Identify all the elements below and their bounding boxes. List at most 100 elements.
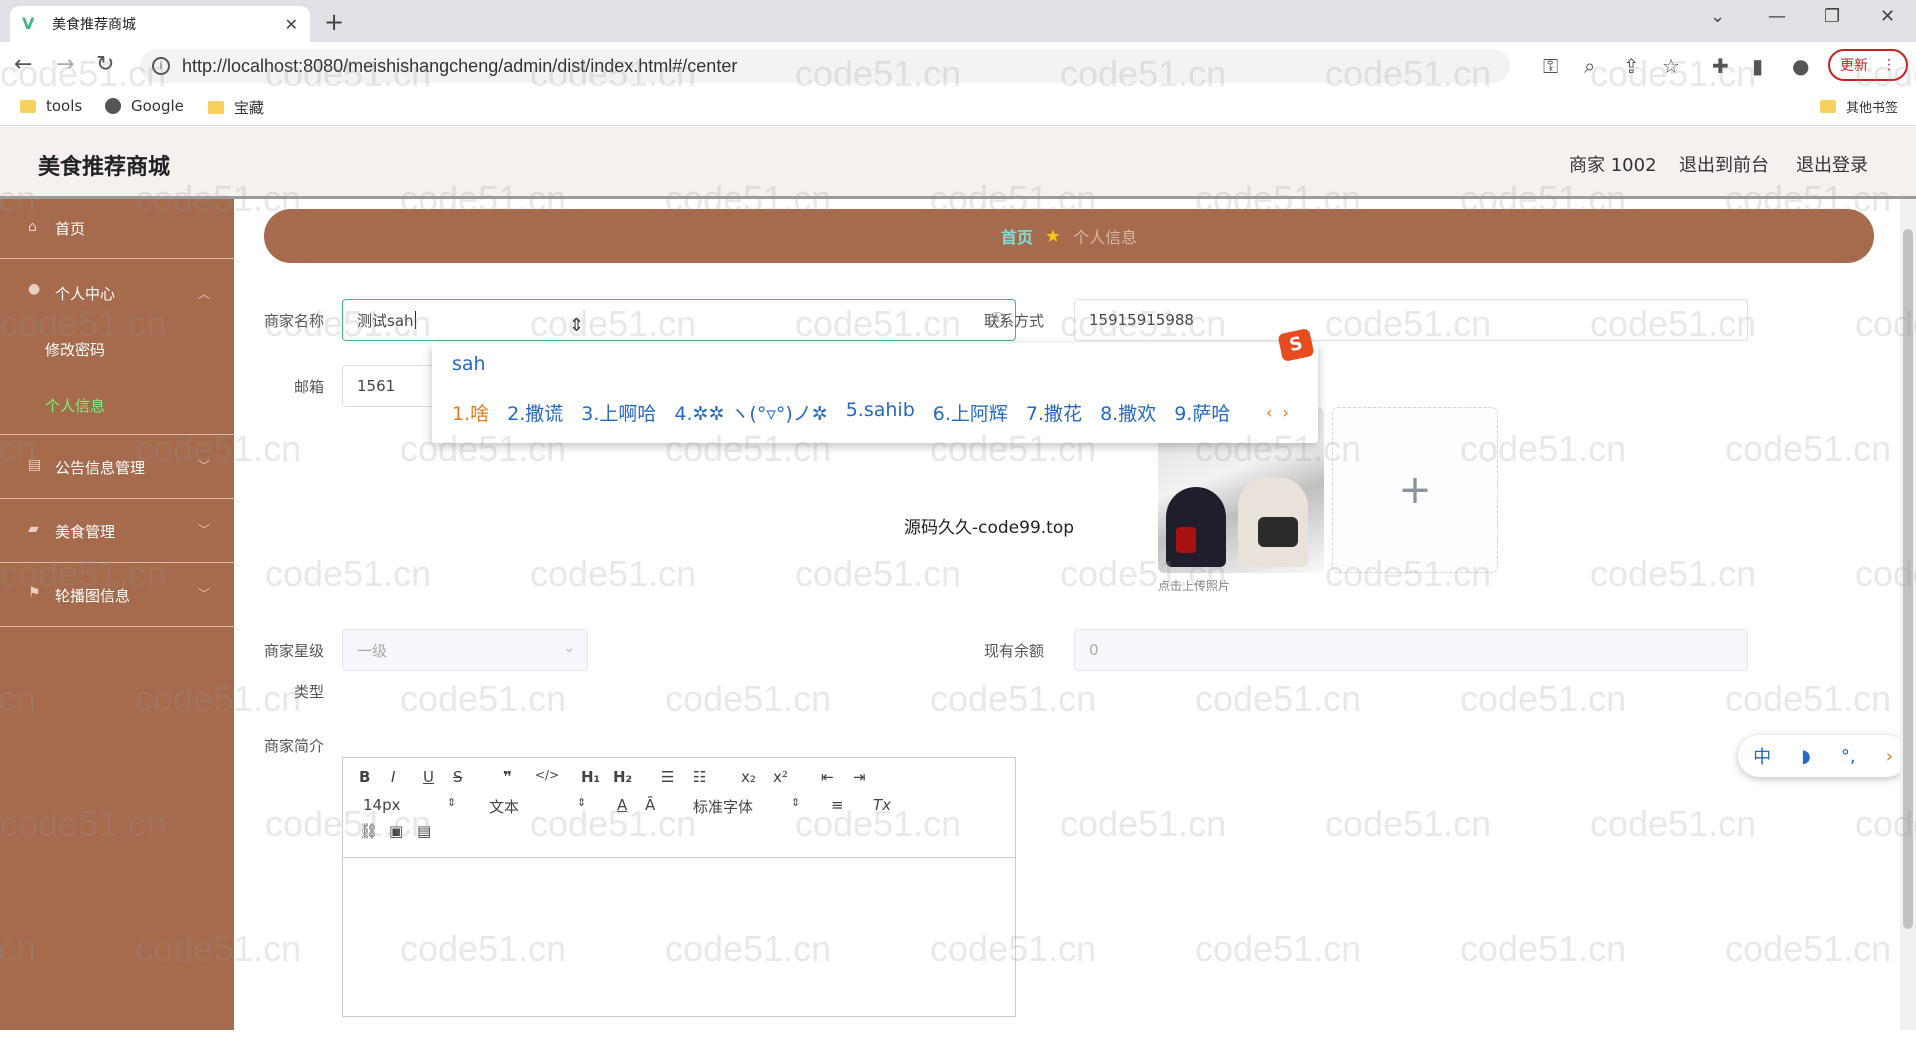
ime-halfwidth-icon[interactable]: ◗	[1801, 746, 1810, 767]
image-icon[interactable]: ▣	[389, 822, 403, 840]
video-icon[interactable]: ▤	[417, 822, 431, 840]
clear-format-icon[interactable]: Tx	[873, 796, 891, 814]
ime-candidate[interactable]: 1.啥	[452, 399, 489, 426]
home-icon: ⌂	[28, 219, 37, 235]
breadcrumb: 首页 ★ 个人信息	[264, 209, 1874, 263]
bullet-list-icon[interactable]: ☷	[693, 768, 706, 786]
background-color-icon[interactable]: Ā	[645, 796, 655, 814]
bookmark-treasure[interactable]: 宝藏	[208, 97, 264, 118]
balance-input[interactable]: 0	[1074, 629, 1748, 671]
chevron-down-icon[interactable]: ⌄	[1710, 6, 1725, 27]
indent-icon[interactable]: ⇥	[853, 768, 866, 786]
browser-tab[interactable]: V 美食推荐商城 ✕	[10, 6, 310, 42]
to-front-link[interactable]: 退出到前台	[1679, 151, 1769, 177]
logout-link[interactable]: 退出登录	[1796, 151, 1868, 177]
current-user: 商家 1002	[1569, 155, 1657, 176]
font-size-select[interactable]: 14px	[363, 796, 401, 814]
reload-icon[interactable]: ↻	[96, 52, 114, 77]
font-color-icon[interactable]: A	[617, 796, 627, 814]
sidebar-item-carousel[interactable]: ⚑ 轮播图信息 ﹀	[0, 563, 234, 627]
close-icon[interactable]: ✕	[285, 15, 298, 34]
extensions-icon[interactable]: ✚	[1712, 54, 1729, 78]
underline-icon[interactable]: U	[423, 768, 434, 786]
new-tab-icon[interactable]: +	[324, 8, 344, 36]
italic-icon[interactable]: I	[391, 768, 395, 786]
code-icon[interactable]: </>	[535, 768, 559, 782]
ime-candidate[interactable]: 9.萨哈	[1174, 399, 1230, 426]
sidebar-item-home[interactable]: ⌂ 首页	[0, 199, 234, 259]
ime-mode-chinese[interactable]: 中	[1753, 743, 1771, 769]
page-scrollbar[interactable]	[1900, 199, 1916, 1030]
window-close-icon[interactable]: ✕	[1880, 6, 1895, 27]
ime-candidate[interactable]: 6.上阿辉	[933, 399, 1008, 426]
info-icon[interactable]: i	[152, 57, 170, 75]
bookmark-label: 其他书签	[1846, 101, 1899, 116]
chevron-right-icon[interactable]: ›	[1886, 746, 1893, 767]
superscript-icon[interactable]: x²	[773, 768, 788, 786]
ime-candidate[interactable]: 3.上啊哈	[581, 399, 656, 426]
minimize-icon[interactable]: —	[1768, 6, 1786, 27]
sidebar-sub-change-password[interactable]: 修改密码	[45, 339, 105, 360]
sidebar-sub-personal-info[interactable]: 个人信息	[45, 395, 105, 416]
editor-body[interactable]	[343, 858, 1015, 1018]
h1-icon[interactable]: H₁	[581, 768, 600, 786]
ordered-list-icon[interactable]: ☰	[661, 768, 674, 786]
cart-icon: ▰	[28, 521, 39, 537]
quote-icon[interactable]: ❞	[503, 768, 512, 786]
sidebar-item-label: 轮播图信息	[55, 587, 131, 605]
update-label: 更新	[1840, 58, 1868, 74]
update-button[interactable]: 更新 ⋮	[1828, 49, 1908, 81]
intro-label: 商家简介	[263, 737, 324, 755]
back-icon[interactable]: ←	[14, 52, 32, 77]
paragraph-select[interactable]: 文本	[489, 796, 519, 817]
restore-icon[interactable]: ❐	[1824, 6, 1840, 27]
upload-add-button[interactable]: +	[1332, 407, 1498, 573]
email-label: 邮箱	[293, 378, 324, 396]
editor-toolbar: B I U S ❞ </> H₁ H₂ ☰ ☷ x₂ x² ⇤ ⇥ 14px ⇕…	[343, 758, 1015, 858]
bold-icon[interactable]: B	[359, 768, 370, 786]
contact-input[interactable]: 15915915988	[1074, 299, 1748, 341]
link-icon[interactable]: ⛓	[359, 822, 378, 840]
ime-status-bar: 中 ◗ °, ›	[1738, 735, 1908, 777]
outdent-icon[interactable]: ⇤	[821, 768, 834, 786]
level-select[interactable]: 一级 ⌄	[342, 629, 588, 671]
bookmark-tools[interactable]: tools	[20, 97, 82, 115]
bookmark-other[interactable]: 其他书签	[1820, 97, 1898, 116]
star-icon[interactable]: ☆	[1662, 54, 1680, 78]
strike-icon[interactable]: S	[453, 768, 463, 786]
zoom-icon[interactable]: ⌕	[1584, 54, 1595, 78]
key-icon[interactable]: ⚿	[1543, 54, 1558, 78]
ime-candidate[interactable]: 4.✲✲ ヽ(°▿°)ノ✲	[674, 399, 827, 426]
share-icon[interactable]: ⇪	[1623, 54, 1640, 78]
sidebar-item-notice[interactable]: ▤ 公告信息管理 ﹀	[0, 435, 234, 499]
chevron-down-icon: ﹀	[198, 587, 211, 601]
breadcrumb-home[interactable]: 首页	[1001, 224, 1033, 248]
sidebar-item-food[interactable]: ▰ 美食管理 ﹀	[0, 499, 234, 563]
align-icon[interactable]: ≡	[831, 796, 844, 814]
flag-icon: ⚑	[28, 585, 41, 601]
ime-punct-icon[interactable]: °,	[1841, 746, 1856, 767]
address-bar: ← → ↻ i http://localhost:8080/meishishan…	[0, 42, 1916, 88]
ime-candidate[interactable]: 2.撒谎	[507, 399, 563, 426]
bookmark-google[interactable]: Google	[105, 97, 184, 115]
url-field[interactable]: i http://localhost:8080/meishishangcheng…	[140, 49, 1510, 83]
ime-candidate[interactable]: 5.sahib	[846, 399, 915, 426]
sogou-logo-icon: S	[1277, 327, 1315, 363]
list-icon: ▤	[28, 457, 42, 473]
subscript-icon[interactable]: x₂	[741, 768, 756, 786]
forward-icon[interactable]: →	[56, 52, 74, 77]
sidebar-item-personal-center[interactable]: ● 个人中心 ︿ 修改密码 个人信息	[0, 259, 234, 435]
h2-icon[interactable]: H₂	[613, 768, 632, 786]
bookmark-label: Google	[131, 97, 184, 115]
font-family-select[interactable]: 标准字体	[693, 796, 753, 817]
scrollbar-thumb[interactable]	[1903, 229, 1913, 929]
profile-icon[interactable]: ●	[1792, 54, 1809, 78]
sidepanel-icon[interactable]: ▮	[1752, 54, 1763, 78]
user-icon: ●	[28, 281, 41, 297]
chevron-down-icon: ⌄	[563, 640, 575, 656]
merchant-name-input[interactable]: 测试sah ✕	[342, 299, 1016, 341]
ime-page-arrows[interactable]: ‹›	[1266, 403, 1299, 422]
bookmark-label: tools	[46, 97, 83, 115]
ime-candidate[interactable]: 7.撒花	[1026, 399, 1082, 426]
ime-candidate[interactable]: 8.撒欢	[1100, 399, 1156, 426]
